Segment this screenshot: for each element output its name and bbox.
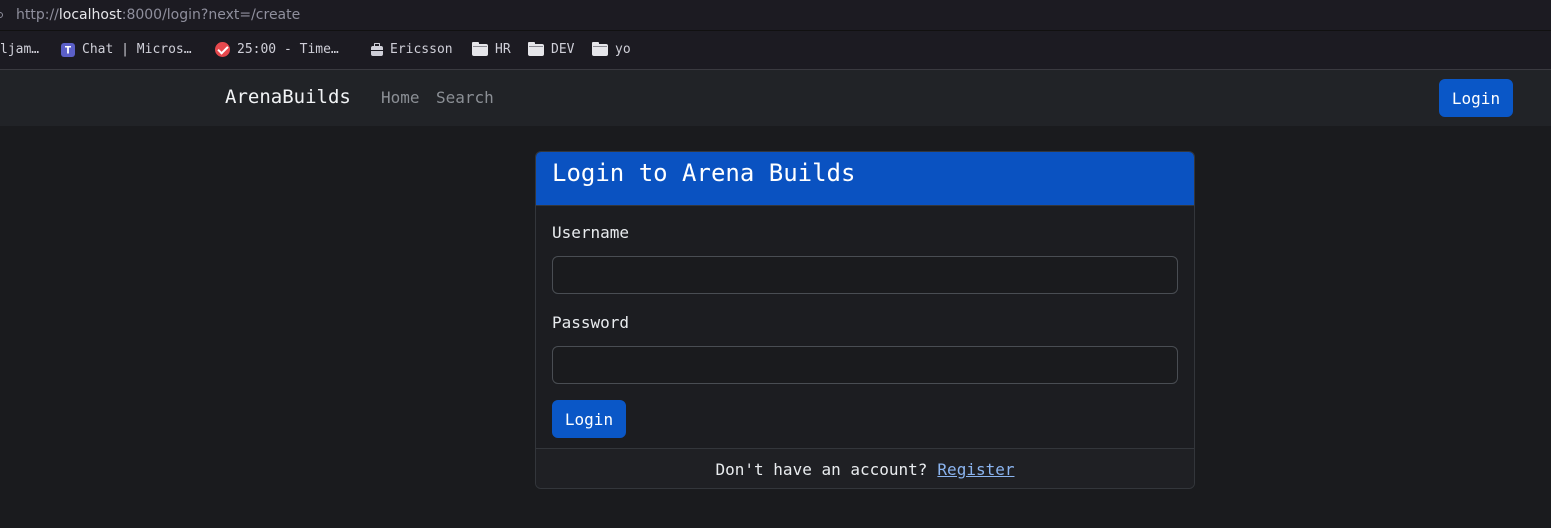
register-link[interactable]: Register <box>937 460 1014 479</box>
folder-icon <box>592 42 608 56</box>
site-navbar: ArenaBuilds Home Search Login <box>0 70 1551 126</box>
bookmarks-bar: ljam… Chat | Micros… 25:00 - Time… Erics… <box>0 31 1551 70</box>
login-title: Login to Arena Builds <box>552 159 856 187</box>
url-host: localhost <box>58 7 122 23</box>
bookmark-item[interactable]: Chat | Micros… <box>61 42 192 57</box>
bookmark-folder[interactable]: yo <box>592 42 631 57</box>
bookmark-label: yo <box>615 42 631 57</box>
bookmark-folder[interactable]: HR <box>472 42 511 57</box>
login-card-footer: Don't have an account? Register <box>536 448 1194 488</box>
teams-icon <box>61 42 75 57</box>
bookmark-item[interactable]: 25:00 - Time… <box>215 42 339 57</box>
password-input[interactable] <box>552 346 1178 384</box>
browser-url-bar[interactable]: http://localhost:8000/login?next=/create <box>0 0 1551 31</box>
bookmark-label: Chat | Micros… <box>82 42 192 57</box>
no-account-text: Don't have an account? <box>715 460 928 479</box>
folder-icon <box>472 42 488 56</box>
brand-link[interactable]: ArenaBuilds <box>225 86 351 108</box>
bookmark-label: DEV <box>551 42 575 57</box>
bookmark-label: 25:00 - Time… <box>237 42 339 57</box>
username-input[interactable] <box>552 256 1178 294</box>
nav-link-home[interactable]: Home <box>381 88 420 107</box>
url-scheme: http:// <box>16 7 59 23</box>
site-info-icon[interactable] <box>0 12 3 18</box>
url-path: :8000/login?next=/create <box>121 7 301 23</box>
password-label: Password <box>552 313 630 332</box>
login-card-header: Login to Arena Builds <box>536 152 1194 206</box>
login-submit-button[interactable]: Login <box>552 400 626 438</box>
check-circle-icon <box>215 42 230 57</box>
bookmark-label: HR <box>495 42 511 57</box>
bookmark-item[interactable]: Ericsson <box>371 42 453 57</box>
bookmark-label: Ericsson <box>390 42 453 57</box>
bookmark-label: ljam… <box>0 42 40 57</box>
bookmark-folder[interactable]: DEV <box>528 42 574 57</box>
bookmark-item[interactable]: ljam… <box>0 42 39 57</box>
username-label: Username <box>552 223 630 242</box>
nav-link-search[interactable]: Search <box>436 88 494 107</box>
briefcase-icon <box>371 42 383 56</box>
login-card: Login to Arena Builds Username Password … <box>535 151 1195 489</box>
login-form: Username Password Login <box>536 206 1194 448</box>
folder-icon <box>528 42 544 56</box>
navbar-login-button[interactable]: Login <box>1439 79 1513 117</box>
